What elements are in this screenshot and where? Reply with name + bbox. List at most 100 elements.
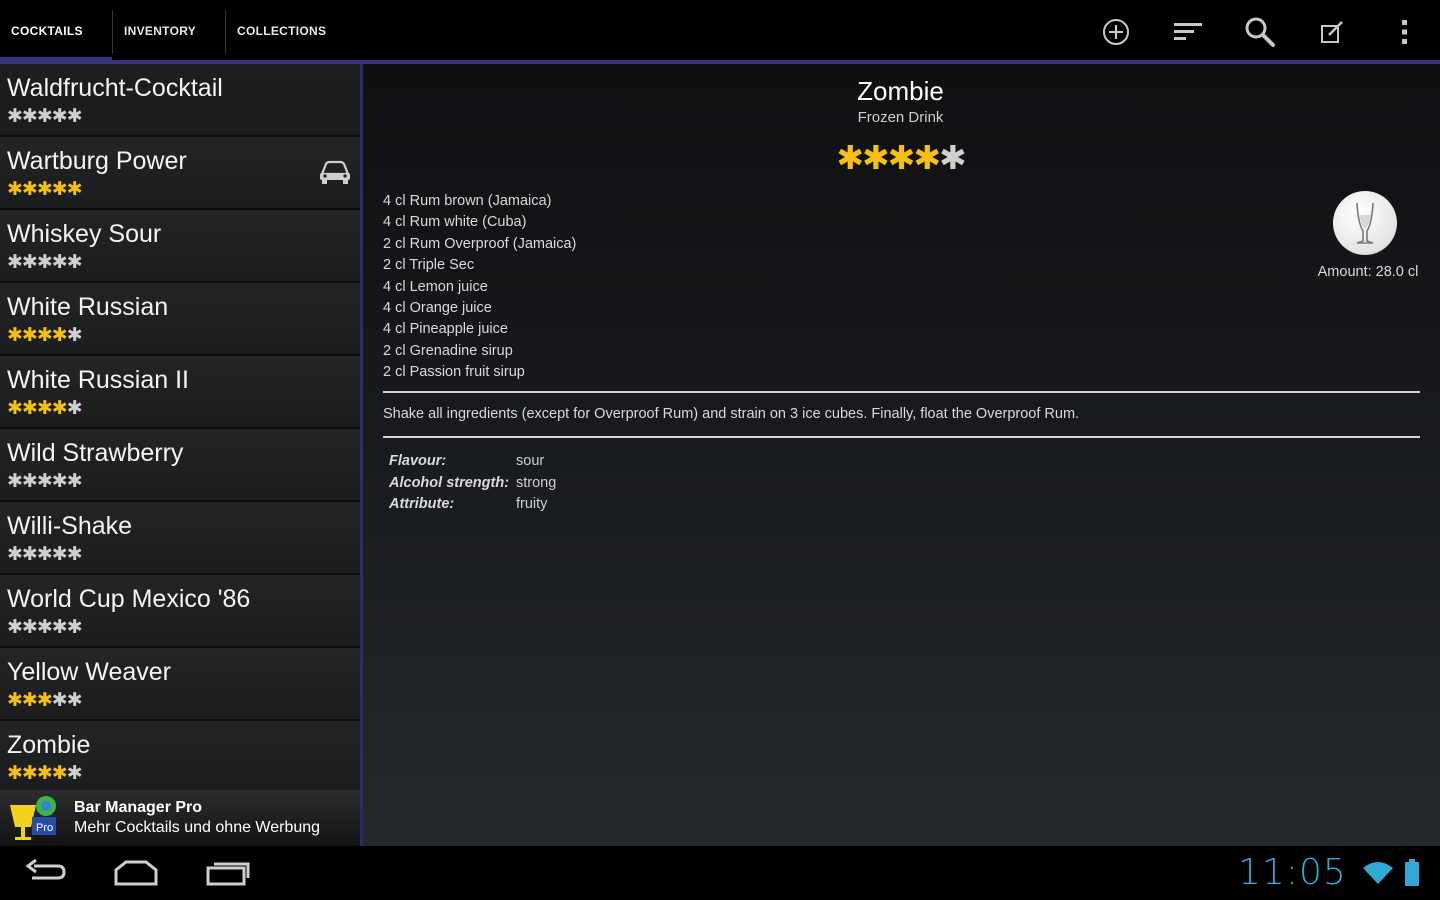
car-icon (318, 159, 352, 189)
star-empty-icon: ✱ (21, 105, 38, 127)
ingredient: 4 cl Pineapple juice (383, 321, 508, 338)
star-empty-icon: ✱ (66, 105, 83, 127)
list-item[interactable]: White Russian ✱✱✱✱✱ (0, 283, 360, 356)
star-filled-icon: ✱ (36, 762, 53, 784)
attribute-row: Alcohol strength: strong (389, 473, 556, 495)
status-clock: 11:05 (1238, 852, 1347, 893)
star-filled-icon: ✱ (7, 397, 23, 419)
star-filled-icon: ✱ (21, 397, 38, 419)
logo-pro-label: Pro (36, 822, 53, 834)
attribute-key: Flavour: (389, 453, 447, 469)
cocktail-name: World Cup Mexico '86 (7, 585, 251, 613)
attribute-value: fruity (516, 496, 548, 512)
list-item[interactable]: World Cup Mexico '86 ✱✱✱✱✱ (0, 575, 360, 648)
sort-icon[interactable] (1168, 12, 1208, 52)
list-item[interactable]: White Russian II ✱✱✱✱✱ (0, 356, 360, 429)
list-item[interactable]: Willi-Shake ✱✱✱✱✱ (0, 502, 360, 575)
ingredient: 4 cl Orange juice (383, 299, 492, 316)
recent-apps-icon[interactable] (204, 858, 252, 892)
star-empty-icon: ✱ (66, 470, 83, 492)
star-empty-icon: ✱ (66, 251, 83, 273)
star-filled-icon: ✱ (21, 762, 38, 784)
ingredient: 2 cl Triple Sec (383, 257, 475, 274)
list-item[interactable]: Wartburg Power ✱✱✱✱✱ (0, 137, 360, 210)
star-filled-icon: ✱ (36, 397, 53, 419)
star-empty-icon: ✱ (66, 397, 83, 419)
wifi-icon (1362, 860, 1394, 890)
star-filled-icon: ✱ (51, 324, 68, 346)
star-filled-icon: ✱ (51, 762, 68, 784)
star-empty-icon: ✱ (21, 616, 38, 638)
cocktail-name: Waldfrucht-Cocktail (7, 74, 223, 102)
cocktail-name: Wartburg Power (7, 147, 187, 175)
battery-icon (1404, 859, 1420, 891)
attribute-value: strong (516, 474, 557, 491)
search-icon[interactable] (1240, 12, 1280, 52)
star-empty-icon: ✱ (51, 105, 68, 127)
rating-stars: ✱✱✱✱✱ (7, 324, 83, 346)
rating-stars: ✱✱✱✱✱ (7, 616, 83, 638)
star-empty-icon: ✱ (66, 762, 83, 784)
star-empty-icon: ✱ (7, 616, 23, 638)
amount-label: Amount: 28.0 cl (1317, 264, 1419, 280)
back-icon[interactable] (24, 858, 68, 892)
rating-stars: ✱✱✱✱✱ (7, 251, 83, 273)
attribute-row: Flavour: sour (389, 451, 556, 473)
star-empty-icon: ✱ (51, 470, 68, 492)
glass-icon[interactable] (1333, 191, 1397, 255)
star-empty-icon: ✱ (36, 616, 53, 638)
star-empty-icon: ✱ (7, 105, 23, 127)
ingredient: 4 cl Rum brown (Jamaica) (383, 193, 552, 209)
ingredient: 4 cl Lemon juice (383, 278, 488, 295)
attribute-row: Attribute: fruity (389, 494, 556, 516)
add-icon[interactable] (1096, 12, 1136, 52)
tab-cocktails[interactable]: COCKTAILS (0, 0, 112, 62)
list-item[interactable]: Yellow Weaver ✱✱✱✱✱ (0, 648, 360, 721)
tab-inventory[interactable]: INVENTORY (113, 0, 225, 60)
star-empty-icon: ✱ (21, 251, 38, 273)
home-icon[interactable] (112, 858, 160, 892)
promo-title: Bar Manager Pro (74, 799, 203, 816)
list-item[interactable]: Wild Strawberry ✱✱✱✱✱ (0, 429, 360, 502)
rating-stars: ✱✱✱✱✱ (7, 178, 83, 200)
rating-stars: ✱✱✱✱✱ (7, 762, 83, 784)
star-empty-icon: ✱ (51, 251, 68, 273)
star-filled-icon: ✱ (7, 762, 23, 784)
rating-stars[interactable]: ✱✱✱✱✱ (363, 138, 1438, 177)
cocktail-name: Yellow Weaver (7, 658, 171, 686)
divider (383, 391, 1420, 393)
cocktail-name: Wild Strawberry (7, 439, 184, 467)
ingredient-list: 4 cl Rum brown (Jamaica) 4 cl Rum white … (383, 191, 576, 384)
star-filled-icon: ✱ (51, 178, 68, 200)
star-filled-icon: ✱ (887, 138, 916, 177)
ingredient: 2 cl Grenadine sirup (383, 342, 513, 359)
star-filled-icon: ✱ (7, 324, 23, 346)
star-empty-icon: ✱ (66, 689, 83, 711)
cocktail-name: Zombie (7, 731, 91, 759)
cocktail-list[interactable]: Waldfrucht-Cocktail ✱✱✱✱✱ Wartburg Power… (0, 64, 360, 846)
star-empty-icon: ✱ (66, 543, 83, 565)
promo-banner[interactable]: Pro Bar Manager Pro Mehr Cocktails und o… (0, 790, 360, 846)
star-filled-icon: ✱ (21, 689, 38, 711)
tab-collections[interactable]: COLLECTIONS (226, 0, 356, 60)
star-filled-icon: ✱ (913, 138, 941, 177)
attribute-value: sour (516, 453, 545, 469)
action-bar: COCKTAILS INVENTORY COLLECTIONS (0, 0, 1440, 62)
star-filled-icon: ✱ (66, 178, 83, 200)
star-filled-icon: ✱ (51, 397, 68, 419)
list-item[interactable]: Zombie ✱✱✱✱✱ (0, 721, 360, 794)
star-filled-icon: ✱ (862, 138, 890, 177)
star-filled-icon: ✱ (7, 689, 23, 711)
star-filled-icon: ✱ (836, 138, 864, 177)
list-item[interactable]: Waldfrucht-Cocktail ✱✱✱✱✱ (0, 64, 360, 137)
bar-manager-pro-logo: Pro (6, 793, 62, 847)
list-item[interactable]: Whiskey Sour ✱✱✱✱✱ (0, 210, 360, 283)
overflow-menu-icon[interactable] (1384, 12, 1424, 52)
attribute-table: Flavour: sour Alcohol strength: strong Att… (389, 451, 556, 516)
cocktail-name: Willi-Shake (7, 512, 133, 540)
star-empty-icon: ✱ (7, 470, 23, 492)
edit-icon[interactable] (1312, 12, 1352, 52)
rating-stars: ✱✱✱✱✱ (7, 397, 83, 419)
rating-stars: ✱✱✱✱✱ (7, 105, 83, 127)
cocktail-category: Frozen Drink (857, 109, 944, 126)
